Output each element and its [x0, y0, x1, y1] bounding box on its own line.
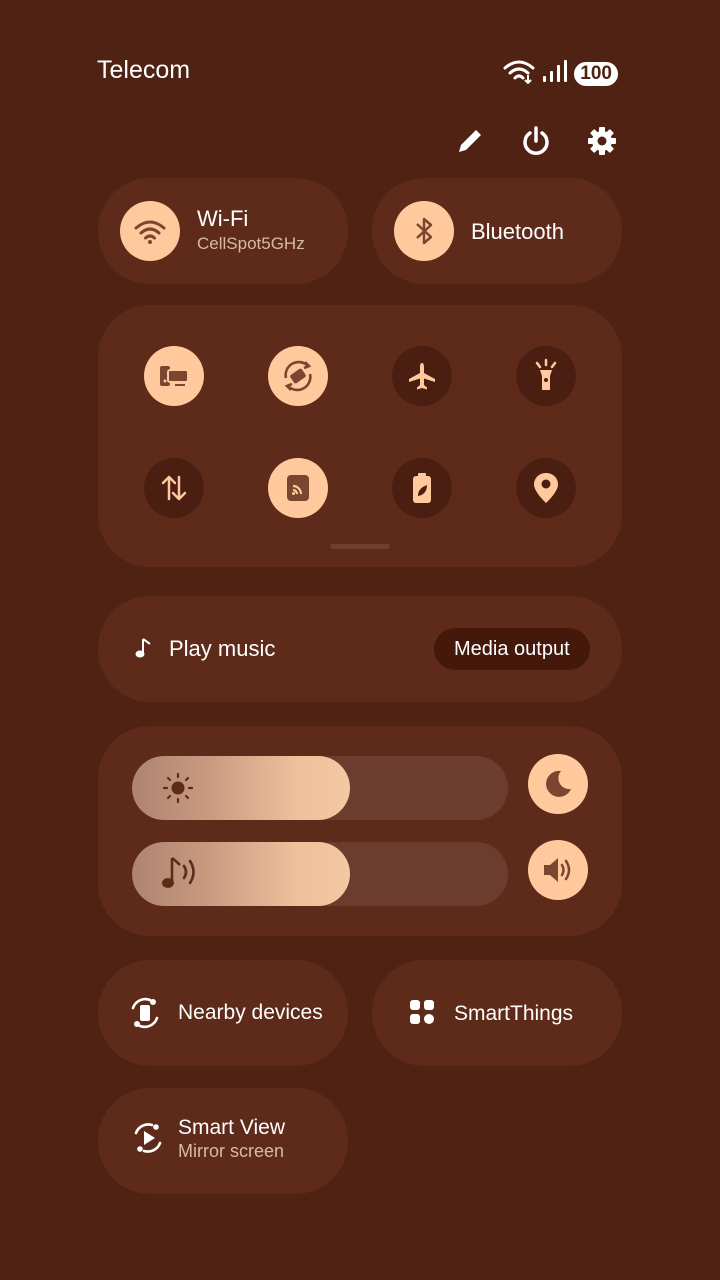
wifi-status-icon	[502, 58, 536, 89]
quick-toggle-cast[interactable]	[268, 458, 328, 518]
quick-toggle-screen-share[interactable]	[144, 346, 204, 406]
smart-view-tile[interactable]: Smart View Mirror screen	[98, 1088, 348, 1194]
smart-view-icon	[130, 1120, 166, 1161]
media-panel: Play music Media output	[98, 596, 622, 702]
moon-icon	[546, 770, 571, 797]
quick-toggle-location[interactable]	[516, 458, 576, 518]
smartthings-icon	[408, 998, 436, 1031]
bluetooth-icon	[416, 217, 433, 245]
page-indicator[interactable]	[330, 544, 390, 549]
quick-toggle-auto-rotate[interactable]	[268, 346, 328, 406]
pencil-icon	[459, 130, 481, 152]
sound-mode-button[interactable]	[528, 840, 588, 900]
bluetooth-label: Bluetooth	[471, 219, 564, 244]
bluetooth-tile[interactable]: Bluetooth	[372, 178, 622, 284]
smart-view-subtitle: Mirror screen	[178, 1141, 285, 1161]
sliders-panel	[98, 726, 622, 936]
carrier-name: Telecom	[97, 56, 191, 84]
sun-icon	[160, 772, 196, 809]
play-music-label[interactable]: Play music	[169, 636, 275, 662]
wifi-label: Wi-Fi	[197, 206, 249, 231]
nearby-devices-label: Nearby devices	[178, 1001, 323, 1024]
dark-mode-button[interactable]	[528, 754, 588, 814]
flashlight-icon	[535, 358, 557, 390]
mobile-data-icon	[161, 475, 187, 501]
signal-icon	[542, 59, 568, 88]
location-icon	[534, 473, 558, 503]
quick-toggle-airplane[interactable]	[392, 346, 452, 406]
volume-slider[interactable]	[132, 842, 508, 906]
nearby-devices-icon	[126, 994, 164, 1037]
quick-toggle-flashlight[interactable]	[516, 346, 576, 406]
wifi-icon	[134, 220, 166, 244]
bluetooth-toggle[interactable]	[394, 201, 454, 261]
screen-share-icon	[160, 366, 189, 386]
smartthings-tile[interactable]: SmartThings	[372, 960, 622, 1066]
wifi-tile[interactable]: Wi-Fi CellSpot5GHz	[98, 178, 348, 284]
wifi-network-name: CellSpot5GHz	[197, 234, 305, 253]
smart-view-label: Smart View	[178, 1116, 285, 1139]
status-icons: 100	[502, 58, 618, 89]
power-icon	[523, 126, 549, 155]
power-button[interactable]	[518, 123, 554, 159]
cast-icon	[287, 475, 309, 501]
quick-toggle-mobile-data[interactable]	[144, 458, 204, 518]
volume-slider-fill[interactable]	[132, 842, 351, 906]
gear-icon	[588, 127, 616, 155]
smartthings-label: SmartThings	[454, 1002, 574, 1025]
speaker-icon	[544, 858, 571, 882]
auto-rotate-icon	[284, 360, 312, 392]
battery-level: 100	[574, 61, 618, 86]
music-volume-icon	[160, 854, 208, 899]
brightness-slider-fill[interactable]	[132, 756, 351, 820]
quick-toggles-panel	[98, 305, 622, 567]
airplane-icon	[409, 363, 435, 390]
wifi-toggle[interactable]	[120, 201, 180, 261]
brightness-slider[interactable]	[132, 756, 508, 820]
quick-toggle-power-saving[interactable]	[392, 458, 452, 518]
settings-button[interactable]	[584, 123, 620, 159]
nearby-devices-tile[interactable]: Nearby devices	[98, 960, 348, 1066]
edit-button[interactable]	[452, 123, 488, 159]
media-output-button[interactable]: Media output	[434, 628, 590, 670]
music-note-icon	[134, 636, 154, 665]
power-saving-icon	[413, 473, 431, 503]
